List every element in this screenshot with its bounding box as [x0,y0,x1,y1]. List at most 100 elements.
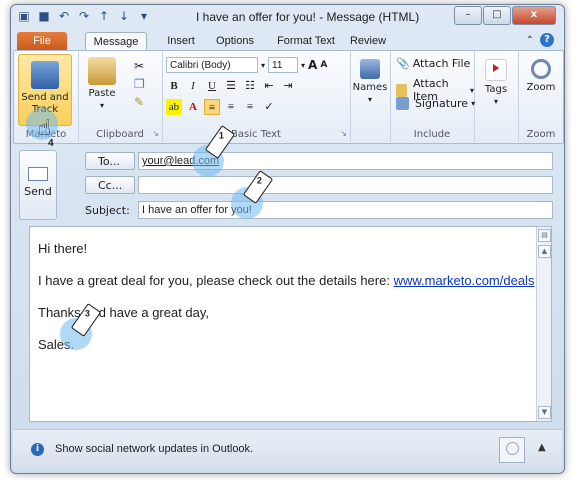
body-closing: Thanks and have a great day, [38,305,210,320]
tab-message[interactable]: Message [85,32,147,52]
group-clipboard: Paste ▾ ✂ ❐ ✎ Clipboard ↘ [78,51,163,142]
cc-field[interactable] [138,176,553,194]
attach-file-label: Attach File [412,57,471,70]
copy-icon[interactable]: ❐ [134,77,145,91]
align-right-icon[interactable]: ≡ [242,99,258,115]
group-label-include: Include [413,129,451,140]
send-envelope-icon [28,167,48,181]
tab-file[interactable]: File [17,32,67,51]
group-label-clipboard: Clipboard [96,129,144,140]
names-label: Names [352,82,388,93]
flag-icon [485,59,507,81]
names-button[interactable]: Names ▾ [352,59,388,106]
to-button[interactable]: To... [85,152,135,170]
ruler-toggle-icon[interactable]: ▤ [538,229,551,242]
paperclip-icon: 📎 [396,57,410,70]
shrink-font-icon[interactable]: A [320,60,327,70]
scroll-up-icon[interactable]: ▲ [538,245,551,258]
minimize-button[interactable]: – [454,6,482,25]
callout-number-3: 3 [84,308,90,319]
zoom-label: Zoom [526,82,556,93]
paste-dropdown-icon[interactable]: ▾ [84,100,120,112]
tags-button[interactable]: Tags ▾ [478,59,514,108]
numbering-icon[interactable]: ☷ [242,78,258,94]
highlight-icon[interactable]: ab [166,99,182,115]
tab-insert[interactable]: Insert [161,32,201,51]
clipboard-launcher-icon[interactable]: ↘ [152,129,159,138]
window-title: I have an offer for you! - Message (HTML… [196,10,420,24]
format-painter-icon[interactable]: ✎ [134,95,144,109]
spelling-icon[interactable]: ✓ [261,99,277,115]
info-icon: i [31,443,44,456]
group-tags: Tags ▾ [474,51,518,142]
message-header: Send To... your@lead.com Cc... Subject: … [13,144,562,226]
names-dropdown-icon[interactable]: ▾ [352,94,388,106]
font-color-icon[interactable]: A [185,99,201,115]
undo-icon[interactable]: ↶ [57,9,71,23]
callout-number-2: 2 [256,175,262,186]
tab-format-text[interactable]: Format Text [273,32,339,51]
up-icon[interactable]: ↑ [97,9,111,23]
signature-icon [396,97,409,110]
body-line-1-text: I have a great deal for you, please chec… [38,273,394,288]
grow-font-icon[interactable]: A [308,58,317,72]
group-zoom: Zoom Zoom [518,51,563,142]
paste-button[interactable]: Paste ▾ [84,57,120,112]
app-icon[interactable]: ▣ [17,9,31,23]
social-network-text[interactable]: Show social network updates in Outlook. [55,443,253,455]
tags-label: Tags [484,84,508,95]
ribbon: Send and Track Marketo Paste ▾ ✂ ❐ ✎ Cli… [13,50,564,144]
magnifier-icon [531,59,551,79]
send-button[interactable]: Send [19,150,57,220]
callout-number-1: 1 [218,130,224,141]
group-basic-text: Calibri (Body) ▾ 11 ▾ A A B I U ☰ ☷ ⇤ ⇥ … [162,51,351,142]
font-size-combo[interactable]: 11 [268,57,299,73]
cc-button[interactable]: Cc... [85,176,135,194]
bold-button[interactable]: B [166,78,182,94]
align-left-icon[interactable]: ≡ [204,99,220,115]
redo-icon[interactable]: ↷ [77,9,91,23]
bullets-icon[interactable]: ☰ [223,78,239,94]
group-include: 📎 Attach File Attach Item ▾ Signature ▾ Inc… [390,51,475,142]
message-body[interactable]: Hi there! I have a great deal for you, p… [29,226,552,422]
signature-button[interactable]: Signature ▾ [396,97,475,110]
attach-file-button[interactable]: 📎 Attach File [396,57,470,70]
underline-button[interactable]: U [204,78,220,94]
customize-qat-icon[interactable]: ▾ [137,9,151,23]
minimize-ribbon-icon[interactable]: ⌃ [526,35,534,46]
signature-label: Signature [415,97,469,110]
avatar [499,437,525,463]
tags-dropdown-icon[interactable]: ▾ [478,96,514,108]
down-icon[interactable]: ↓ [117,9,131,23]
maximize-button[interactable]: □ [483,6,511,25]
group-label-basic-text: Basic Text [231,129,281,140]
address-book-icon [360,59,380,79]
tab-review[interactable]: Review [345,32,391,51]
zoom-button[interactable]: Zoom [523,59,559,94]
send-label: Send [24,185,52,198]
help-icon[interactable]: ? [540,33,554,47]
tab-options[interactable]: Options [211,32,259,51]
font-size-dropdown-icon[interactable]: ▾ [301,61,305,70]
align-center-icon[interactable]: ≡ [223,99,239,115]
body-greeting: Hi there! [38,241,88,256]
body-scrollbar[interactable]: ▤ ▲ ▼ [536,227,551,421]
basic-text-launcher-icon[interactable]: ↘ [340,129,347,138]
scroll-down-icon[interactable]: ▼ [538,406,551,419]
italic-button[interactable]: I [185,78,201,94]
expand-people-pane-icon[interactable]: ▲ [538,442,546,453]
close-button[interactable]: x [512,6,556,25]
paste-label: Paste [88,88,116,99]
font-name-combo[interactable]: Calibri (Body) [166,57,258,73]
cut-icon[interactable]: ✂ [134,59,144,73]
attach-item-icon [396,83,407,97]
callout-number-4: 4 [48,138,54,149]
group-names: Names ▾ [350,51,391,142]
increase-indent-icon[interactable]: ⇥ [280,78,296,94]
decrease-indent-icon[interactable]: ⇤ [261,78,277,94]
font-name-dropdown-icon[interactable]: ▾ [261,61,265,70]
save-icon[interactable]: ■ [37,9,51,23]
title-bar: ▣ ■ ↶ ↷ ↑ ↓ ▾ I have an offer for you! -… [11,5,564,29]
deals-link[interactable]: www.marketo.com/deals [394,273,535,288]
subject-field[interactable]: I have an offer for you! [138,201,553,219]
